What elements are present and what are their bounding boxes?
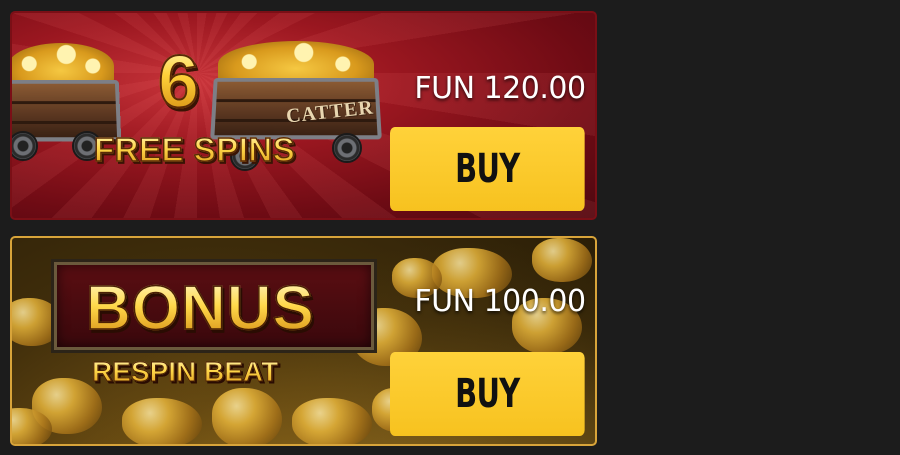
buy-free-spins-button[interactable]: BUY [390,127,585,211]
free-spins-price: FUN 120.00 [414,71,586,106]
buy-bonus-button[interactable]: BUY [390,352,585,436]
buy-button-label: BUY [455,371,520,417]
bonus-offer-card: BONUS RESPIN BEAT FUN 100.00 BUY [10,236,597,446]
bonus-title: BONUS [85,274,315,343]
free-spins-offer-card: CATTER 6 FREE SPINS FUN 120.00 BUY [10,11,597,220]
free-spins-title: FREE SPINS [93,130,296,169]
free-spins-count: 6 [157,40,200,123]
bonus-price: FUN 100.00 [414,284,586,319]
bonus-subtitle: RESPIN BEAT [91,356,279,388]
buy-button-label: BUY [455,146,520,192]
